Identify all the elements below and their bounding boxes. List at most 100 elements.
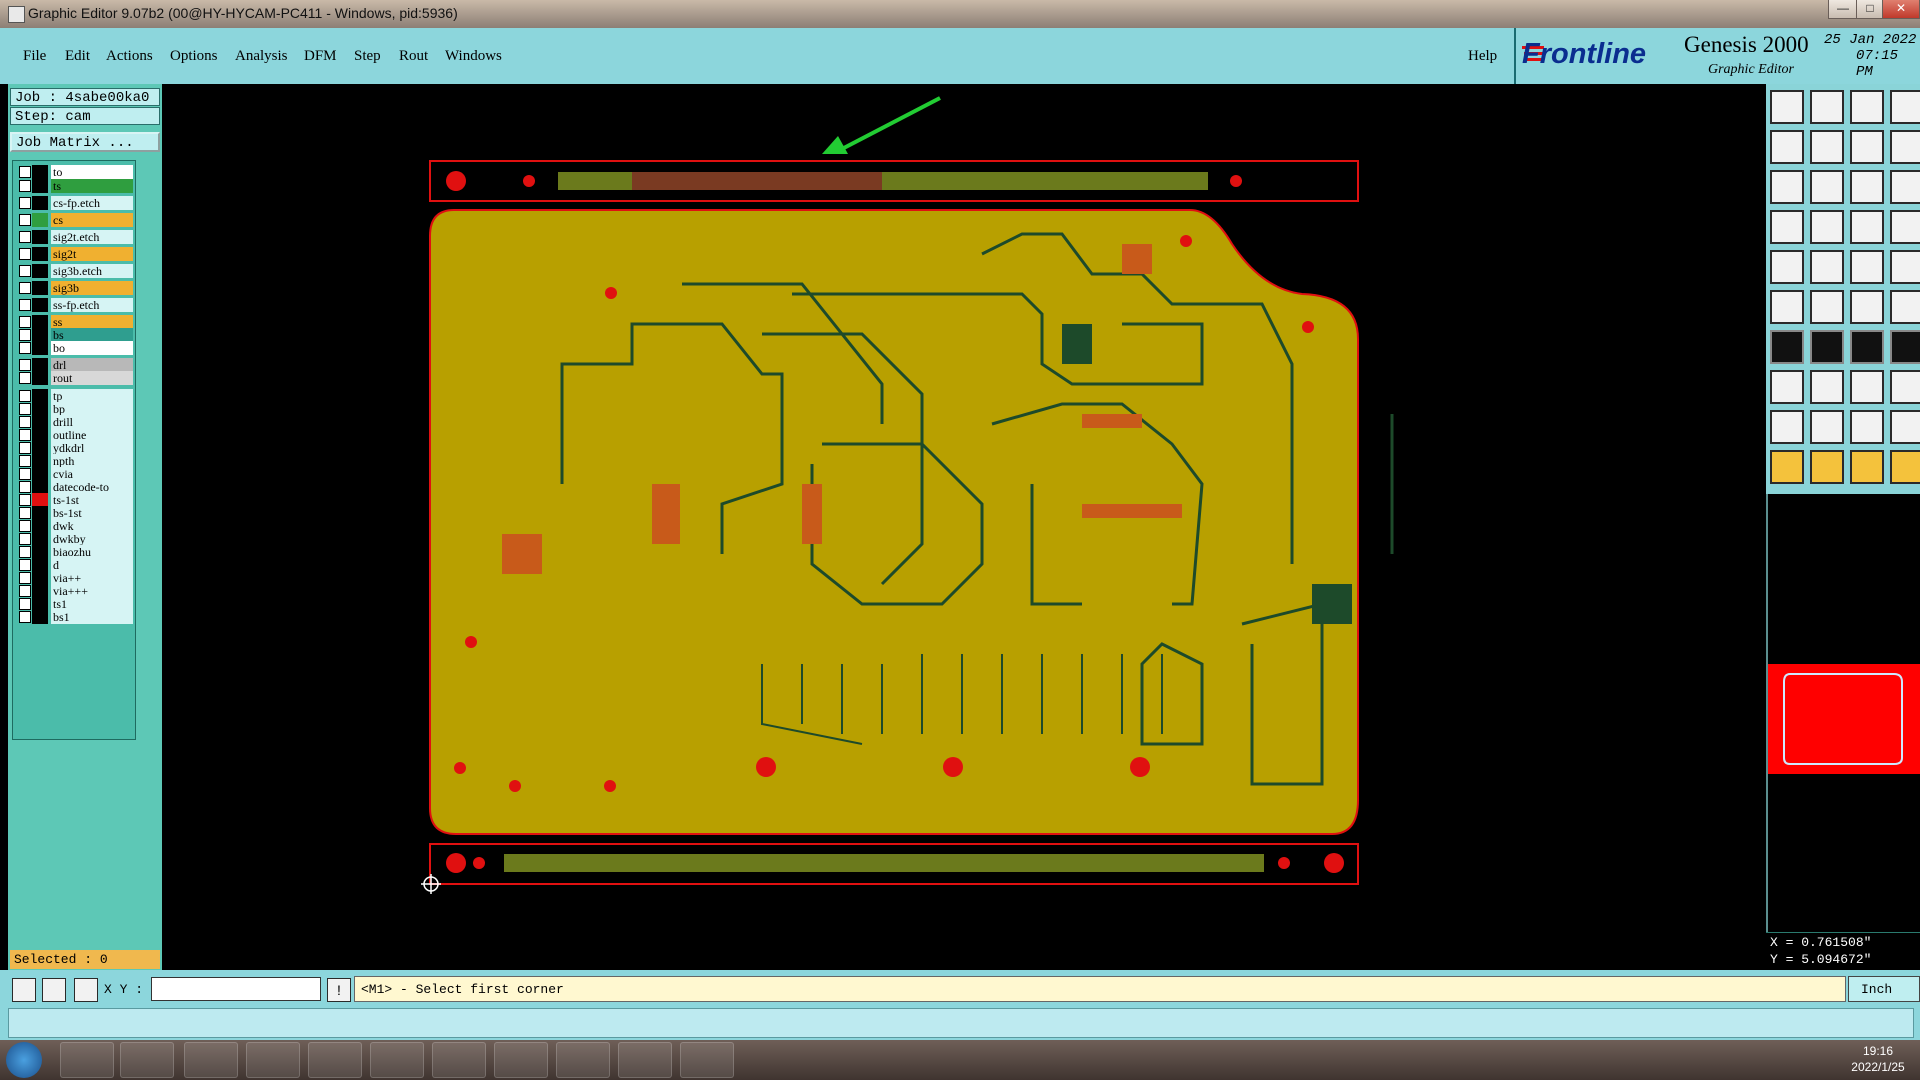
layer-checkbox[interactable] xyxy=(19,329,31,341)
import-icon[interactable] xyxy=(1810,90,1844,124)
start-button[interactable] xyxy=(6,1042,42,1078)
layer-row[interactable]: to xyxy=(15,165,133,179)
script-icon[interactable] xyxy=(1890,130,1920,164)
layer-checkbox[interactable] xyxy=(19,429,31,441)
pad-icon[interactable] xyxy=(1770,250,1804,284)
layer-row[interactable]: dwkby xyxy=(15,532,133,546)
layer-row[interactable]: biaozhu xyxy=(15,545,133,559)
taskbar-app-icon[interactable] xyxy=(60,1042,114,1078)
layer-row[interactable]: via++ xyxy=(15,571,133,585)
layer-row[interactable]: ts-1st xyxy=(15,493,133,507)
units-selector[interactable]: Inch xyxy=(1848,976,1920,1002)
link-icon[interactable] xyxy=(1810,210,1844,244)
scale-icon[interactable] xyxy=(1850,170,1884,204)
layer-checkbox[interactable] xyxy=(19,231,31,243)
select-area-icon[interactable] xyxy=(1890,450,1920,484)
layer-row[interactable]: npth xyxy=(15,454,133,468)
move-icon[interactable] xyxy=(1850,290,1884,324)
layout-icon[interactable] xyxy=(1890,90,1920,124)
layer-checkbox[interactable] xyxy=(19,416,31,428)
dash-icon[interactable] xyxy=(1810,370,1844,404)
layer-checkbox[interactable] xyxy=(19,359,31,371)
copy-icon[interactable] xyxy=(1770,370,1804,404)
maximize-button[interactable]: □ xyxy=(1856,0,1884,19)
net-icon[interactable] xyxy=(1770,290,1804,324)
select-sub-icon[interactable] xyxy=(1850,450,1884,484)
taskbar-app-icon[interactable] xyxy=(246,1042,300,1078)
layer-row[interactable]: sig2t.etch xyxy=(15,230,133,244)
layer-checkbox[interactable] xyxy=(19,372,31,384)
help-icon[interactable] xyxy=(1890,170,1920,204)
layer-checkbox[interactable] xyxy=(19,559,31,571)
minimize-button[interactable]: — xyxy=(1828,0,1858,19)
swap-icon[interactable] xyxy=(1850,130,1884,164)
cross-icon[interactable] xyxy=(1810,290,1844,324)
taskbar-app-icon[interactable] xyxy=(308,1042,362,1078)
house-icon[interactable] xyxy=(1850,90,1884,124)
layer-checkbox[interactable] xyxy=(19,442,31,454)
zoom-fit-icon[interactable] xyxy=(1770,170,1804,204)
menu-help[interactable]: Help xyxy=(1468,48,1497,65)
layer-row[interactable]: dwk xyxy=(15,519,133,533)
layer-checkbox[interactable] xyxy=(19,611,31,623)
layer-row[interactable]: bs-1st xyxy=(15,506,133,520)
layer-checkbox[interactable] xyxy=(19,546,31,558)
mark-icon[interactable] xyxy=(1890,410,1920,444)
taskbar-app-icon[interactable] xyxy=(618,1042,672,1078)
rotate-icon[interactable] xyxy=(1850,330,1884,364)
layer-row[interactable]: drl xyxy=(15,358,133,372)
layer-checkbox[interactable] xyxy=(19,390,31,402)
layer-checkbox[interactable] xyxy=(19,342,31,354)
measure-icon[interactable] xyxy=(1850,250,1884,284)
taskbar-app-icon[interactable] xyxy=(184,1042,238,1078)
layer-row[interactable]: drill xyxy=(15,415,133,429)
window-title-bar[interactable]: Graphic Editor 9.07b2 (00@HY-HYCAM-PC411… xyxy=(0,0,1920,28)
layer-row[interactable]: ts xyxy=(15,179,133,193)
layer-row[interactable]: bs1 xyxy=(15,610,133,624)
layer-row[interactable]: ts1 xyxy=(15,597,133,611)
taskbar-app-icon[interactable] xyxy=(432,1042,486,1078)
route-icon[interactable] xyxy=(1850,210,1884,244)
layer-row[interactable]: bo xyxy=(15,341,133,355)
menu-options[interactable]: Options xyxy=(170,48,218,65)
layer-row[interactable]: bs xyxy=(15,328,133,342)
layer-checkbox[interactable] xyxy=(19,481,31,493)
layer-checkbox[interactable] xyxy=(19,166,31,178)
taskbar-app-icon[interactable] xyxy=(494,1042,548,1078)
exclamation-icon[interactable]: ! xyxy=(327,978,351,1002)
layer-row[interactable]: cs-fp.etch xyxy=(15,196,133,210)
layer-checkbox[interactable] xyxy=(19,403,31,415)
menu-dfm[interactable]: DFM xyxy=(304,48,337,65)
layer-row[interactable]: outline xyxy=(15,428,133,442)
job-matrix-button[interactable]: Job Matrix ... xyxy=(10,132,160,152)
layer-checkbox[interactable] xyxy=(19,494,31,506)
line-icon[interactable] xyxy=(1770,330,1804,364)
layer-checkbox[interactable] xyxy=(19,180,31,192)
layer-checkbox[interactable] xyxy=(19,299,31,311)
layer-checkbox[interactable] xyxy=(19,520,31,532)
shape-icon[interactable] xyxy=(1890,370,1920,404)
snap-mode-icon[interactable] xyxy=(12,978,36,1002)
home-icon[interactable] xyxy=(1770,90,1804,124)
layer-row[interactable]: ss xyxy=(15,315,133,329)
layer-checkbox[interactable] xyxy=(19,214,31,226)
menu-step[interactable]: Step xyxy=(354,48,381,65)
angle-icon[interactable] xyxy=(1810,410,1844,444)
layer-row[interactable]: cvia xyxy=(15,467,133,481)
layer-row[interactable]: d xyxy=(15,558,133,572)
profile-icon[interactable] xyxy=(1810,250,1844,284)
layer-row[interactable]: sig3b xyxy=(15,281,133,295)
layer-row[interactable]: bp xyxy=(15,402,133,416)
menu-rout[interactable]: Rout xyxy=(399,48,428,65)
xy-input[interactable] xyxy=(151,977,321,1001)
layer-checkbox[interactable] xyxy=(19,282,31,294)
layer-checkbox[interactable] xyxy=(19,507,31,519)
layer-checkbox[interactable] xyxy=(19,265,31,277)
taskbar-app-icon[interactable] xyxy=(120,1042,174,1078)
next-icon[interactable] xyxy=(1810,130,1844,164)
layer-row[interactable]: ydkdrl xyxy=(15,441,133,455)
layer-checkbox[interactable] xyxy=(19,197,31,209)
taskbar-app-icon[interactable] xyxy=(680,1042,734,1078)
align-icon[interactable] xyxy=(1890,290,1920,324)
layer-row[interactable]: rout xyxy=(15,371,133,385)
